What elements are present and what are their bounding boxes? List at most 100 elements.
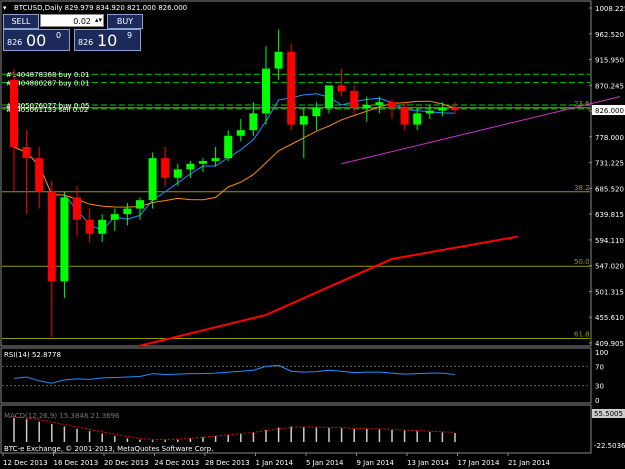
rsi-tick-label: 100 bbox=[595, 349, 608, 357]
candle-body bbox=[173, 169, 182, 178]
candle-body bbox=[22, 146, 31, 159]
lot-size-value: 0.02 bbox=[73, 17, 91, 26]
candle-body bbox=[98, 219, 107, 234]
candle-body bbox=[274, 51, 283, 69]
candle-body bbox=[350, 90, 359, 108]
macd-top-label: 55.5005 bbox=[594, 410, 623, 418]
candle-body bbox=[249, 113, 258, 131]
copyright-text: BTC-e Exchange, © 2001-2013, MetaQuotes … bbox=[4, 445, 213, 453]
candle-body bbox=[362, 104, 371, 108]
candle-body bbox=[337, 85, 346, 91]
time-tick-label: 13 Jan 2014 bbox=[407, 459, 450, 467]
candle-body bbox=[224, 135, 233, 159]
buy-button[interactable]: BUY bbox=[107, 14, 143, 29]
price-tick-label: 685.520 bbox=[595, 185, 624, 193]
candle-body bbox=[451, 107, 459, 111]
sell-button[interactable]: SELL bbox=[3, 14, 39, 29]
symbol-title: BTCUSD,Daily 829.979 834.920 821.000 826… bbox=[14, 4, 187, 12]
sell-price-sup: 0 bbox=[56, 31, 62, 40]
price-tick-label: 731.225 bbox=[595, 160, 624, 168]
candle-body bbox=[10, 79, 18, 147]
order-label: #1405061133 sell 0.02 bbox=[6, 106, 88, 114]
candle-body bbox=[236, 130, 245, 136]
fib-label: 61.8 bbox=[574, 330, 590, 338]
rsi-pane: 100 70 30 0 bbox=[2, 349, 608, 405]
time-tick-label: 9 Jan 2014 bbox=[357, 459, 395, 467]
sell-price-big: 00 bbox=[26, 31, 47, 50]
price-tick-label: 870.245 bbox=[595, 82, 624, 90]
time-tick-label: 5 Jan 2014 bbox=[306, 459, 344, 467]
time-tick-label: 12 Dec 2013 bbox=[3, 459, 48, 467]
time-tick-label: 21 Jan 2014 bbox=[508, 459, 551, 467]
price-tick-label: 594.110 bbox=[595, 237, 624, 245]
price-axis: 1008.225 962.520 915.950 870.245 826.000 778.… bbox=[589, 5, 625, 348]
candle-body bbox=[73, 197, 81, 220]
price-tick-label: 778.000 bbox=[595, 134, 624, 142]
candle-body bbox=[35, 158, 44, 192]
time-tick-label: 1 Jan 2014 bbox=[256, 459, 294, 467]
candle-body bbox=[85, 219, 94, 234]
price-tick-label: 915.950 bbox=[595, 57, 624, 65]
rsi-tick-label: 70 bbox=[595, 363, 604, 371]
candle-body bbox=[388, 102, 396, 108]
price-chart[interactable]: 1008.225 962.520 915.950 870.245 826.000 778.… bbox=[0, 0, 625, 469]
buy-price-sup: 9 bbox=[127, 31, 133, 40]
macd-bottom-label: -22.5036 bbox=[594, 442, 625, 450]
time-tick-label: 17 Jan 2014 bbox=[458, 459, 501, 467]
candle-body bbox=[413, 113, 422, 125]
candle-body bbox=[47, 191, 56, 282]
candle-body bbox=[287, 51, 296, 125]
main-chart-frame bbox=[0, 0, 592, 347]
order-label: #1404878368 buy 0.01 bbox=[6, 71, 89, 79]
candle-body bbox=[186, 163, 195, 170]
rsi-label: RSI(14) 52.8778 bbox=[4, 351, 61, 359]
fib-label: 38.2 bbox=[574, 184, 590, 192]
candle-body bbox=[299, 116, 308, 125]
candle-body bbox=[148, 158, 157, 201]
price-tick-label: 409.905 bbox=[595, 340, 624, 348]
candle-body bbox=[325, 85, 333, 108]
lot-size-field[interactable]: 0.02 ▴▾ bbox=[40, 14, 104, 27]
rsi-frame bbox=[0, 347, 592, 404]
candle-body bbox=[161, 158, 170, 178]
current-price-label: 826.000 bbox=[595, 107, 624, 115]
one-click-trading-panel: SELL 0.02 ▴▾ BUY 826 00 0 826 10 9 bbox=[3, 14, 143, 52]
trend-line bbox=[341, 96, 621, 165]
candle-body bbox=[110, 214, 119, 220]
ma-slow-line bbox=[139, 235, 519, 347]
time-tick-label: 28 Dec 2013 bbox=[205, 459, 250, 467]
candle-body bbox=[199, 160, 207, 164]
order-label: #1404880287 buy 0.01 bbox=[6, 80, 89, 88]
price-tick-label: 639.815 bbox=[595, 211, 624, 219]
rsi-line bbox=[13, 364, 456, 384]
candle-body bbox=[262, 68, 270, 114]
fib-label: 23.6 bbox=[574, 100, 590, 108]
candle-body bbox=[60, 197, 69, 282]
price-tick-label: 501.315 bbox=[595, 288, 624, 296]
price-tick-label: 455.610 bbox=[595, 314, 624, 322]
candle-body bbox=[425, 110, 434, 114]
candle-body bbox=[438, 107, 447, 111]
sell-price-small: 826 bbox=[7, 38, 23, 47]
time-tick-label: 24 Dec 2013 bbox=[155, 459, 200, 467]
buy-price-box[interactable]: 826 10 9 bbox=[74, 29, 141, 51]
sell-price-box[interactable]: 826 00 0 bbox=[3, 29, 70, 51]
price-tick-label: 547.020 bbox=[595, 263, 624, 271]
spinner-icon[interactable]: ▴▾ bbox=[95, 14, 102, 27]
time-tick-label: 20 Dec 2013 bbox=[104, 459, 149, 467]
price-tick-label: 962.520 bbox=[595, 31, 624, 39]
buy-price-small: 826 bbox=[78, 38, 94, 47]
rsi-tick-label: 0 bbox=[595, 397, 599, 405]
candle-body bbox=[211, 158, 220, 161]
candle-body bbox=[400, 107, 409, 125]
candle-body bbox=[136, 200, 144, 209]
candle-body bbox=[375, 102, 384, 105]
candle-body bbox=[123, 208, 132, 215]
price-tick-label: 1008.225 bbox=[595, 5, 625, 13]
rsi-tick-label: 30 bbox=[595, 383, 604, 391]
menu-arrow-icon[interactable]: ▾ bbox=[3, 4, 7, 12]
macd-label: MACD(12,26,9) 15.3848 21.3696 bbox=[4, 412, 120, 420]
fib-label: 50.0 bbox=[574, 258, 590, 266]
buy-price-big: 10 bbox=[97, 31, 118, 50]
time-tick-label: 16 Dec 2013 bbox=[54, 459, 99, 467]
